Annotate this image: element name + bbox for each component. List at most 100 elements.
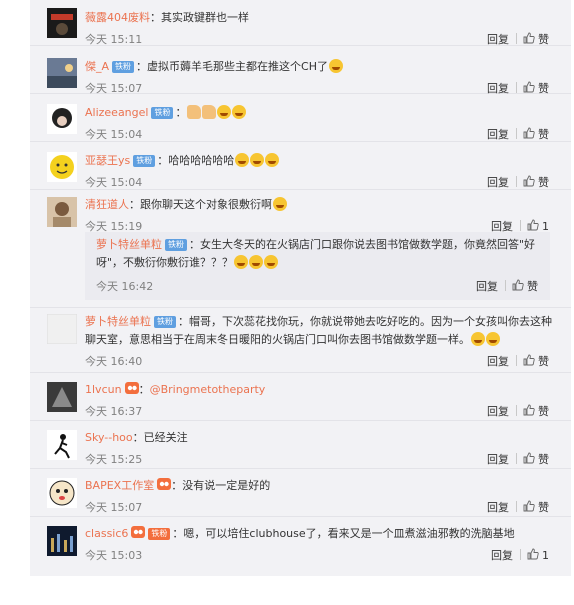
divider [520,549,521,560]
list-item: Alizeeangel 铁粉： 今天 15:04 回复 赞 [30,94,571,142]
avatar[interactable] [47,430,77,460]
thumbs-up-icon[interactable] [512,279,524,291]
thumbs-up-icon[interactable] [523,32,535,44]
fan-badge: 铁粉 [154,316,176,328]
divider [516,405,517,416]
username-link[interactable]: 萝卜特丝单粒 [85,315,151,328]
username-link[interactable]: Sky--hoo [85,431,133,444]
nested-reply: 萝卜特丝单粒 铁粉 ：女生大冬天的在火锅店门口跟你说去图书馆做数学题，你竟然回答"好… [85,232,550,300]
like-count[interactable]: 1 [542,549,549,562]
thumbs-up-icon[interactable] [523,127,535,139]
comment-text-line: 清狂道人：跟你聊天这个对象很敷衍啊 [85,196,547,214]
reply-button[interactable]: 回复 [491,549,513,562]
comment-text-line: 亚瑟王ys 铁粉 ：哈哈哈哈哈哈 [85,152,547,170]
comment-time: 今天 15:04 [85,176,143,189]
thumbs-up-icon[interactable] [523,404,535,416]
like-button[interactable]: 赞 [538,355,549,368]
avatar[interactable] [47,152,77,182]
comment-text-line: 聊天室，意思相当于在周末冬日暖阳的火锅店门口叫你去图书馆做数学题一样。 [85,331,547,349]
fan-badge: 铁粉 [112,61,135,73]
smile-emoji-icon [264,255,279,269]
laughing-emoji-icon [235,153,250,167]
divider [516,33,517,44]
avatar[interactable] [47,197,77,227]
fan-badge: 铁粉 [165,239,187,251]
username-link[interactable]: 清狂道人 [85,198,129,211]
divider [516,176,517,187]
avatar[interactable] [47,382,77,412]
comment-actions: 回复 赞 [487,31,549,47]
reply-button[interactable]: 回复 [487,355,509,368]
comment-actions: 回复 赞 [487,174,549,190]
smirk-emoji-icon [273,197,287,211]
username-link[interactable]: 亚瑟王ys [85,154,130,167]
fan-badge: 铁粉 [133,155,156,167]
nested-reply-text: 萝卜特丝单粒 铁粉 ：女生大冬天的在火锅店门口跟你说去图书馆做数学题，你竟然回答"好… [96,238,536,269]
comment-text: 哈哈哈哈哈哈 [168,154,235,167]
avatar[interactable] [47,526,77,556]
list-item: BAPEX工作室 ：没有说一定是好的 今天 15:07 回复 赞 [30,469,571,517]
comment-text-line: 1lvcun ：@Bringmetotheparty [85,382,266,396]
like-button[interactable]: 赞 [538,453,549,466]
comment-text: 已经关注 [143,431,188,444]
comment-time: 今天 15:11 [85,33,143,46]
divider [516,453,517,464]
list-item: 萝卜特丝单粒 铁粉 ：帽哥，下次蕊花找你玩，你就说带她去吃好吃的。因为一个女孩叫你去… [30,308,571,373]
like-button[interactable]: 赞 [538,33,549,46]
like-button[interactable]: 赞 [538,128,549,141]
like-button[interactable]: 赞 [538,501,549,514]
smile-emoji-icon [234,255,249,269]
comment-text: 其实政键群也一样 [161,11,249,24]
thumbs-up-icon[interactable] [527,219,539,231]
smile-emoji-icon [328,59,343,73]
thumbs-up-icon[interactable] [523,81,535,93]
comment-time: 今天 16:37 [85,405,143,418]
reply-button[interactable]: 回复 [487,33,509,46]
avatar[interactable] [47,478,77,508]
vip-badge-icon [131,526,146,538]
reply-button[interactable]: 回复 [487,405,509,418]
like-button[interactable]: 赞 [538,176,549,189]
thumbs-up-icon[interactable] [523,452,535,464]
thumbs-up-icon[interactable] [523,500,535,512]
vip-badge-icon [124,382,139,394]
username-link[interactable]: 傑_A [85,60,109,73]
avatar[interactable] [47,314,77,344]
username-link[interactable]: classic6 [85,527,128,540]
username-link[interactable]: BAPEX工作室 [85,479,154,492]
thumbs-up-icon[interactable] [523,354,535,366]
comment-text-line: Sky--hoo：已经关注 [85,431,188,444]
smile-emoji-icon [249,255,264,269]
comment-text: 聊天室，意思相当于在周末冬日暖阳的火锅店门口叫你去图书馆做数学题一样。 [85,333,470,346]
thumbs-up-emoji-icon [187,105,202,119]
avatar[interactable] [47,58,77,88]
comment-text-line: 傑_A 铁粉 ：虚拟币薅羊毛那些主都在推这个CH了 [85,58,547,76]
fan-badge: 铁粉 [151,107,174,119]
comment-list: 薇露404废料：其实政键群也一样 今天 15:11 回复赞 傑_A 铁粉 ：虚拟币薅… [30,0,571,564]
username-link[interactable]: 萝卜特丝单粒 [96,238,162,251]
reply-button[interactable]: 回复 [487,176,509,189]
vip-badge-icon [157,478,172,490]
like-button[interactable]: 赞 [527,280,538,293]
username-link[interactable]: 1lvcun [85,383,122,396]
like-button[interactable]: 赞 [538,405,549,418]
reply-button[interactable]: 回复 [476,280,498,293]
avatar[interactable] [47,8,77,38]
mention-link[interactable]: @Bringmetotheparty [150,383,266,396]
username-link[interactable]: Alizeeangel [85,106,148,119]
laughing-emoji-icon [217,105,232,119]
username-link[interactable]: 薇露404废料 [85,11,150,24]
comment-actions: 回复 赞 [487,499,549,515]
divider [516,82,517,93]
reply-button[interactable]: 回复 [487,453,509,466]
thumbs-up-icon[interactable] [527,548,539,560]
list-item: 1lvcun ：@Bringmetotheparty 今天 16:37 回复 赞 [30,373,571,421]
reply-button[interactable]: 回复 [487,128,509,141]
comment-text: 嗯，可以培住clubhouse了，看来又是一个皿煮滋油邪教的洗脑基地 [183,527,515,540]
avatar[interactable] [47,104,77,134]
divider [520,220,521,231]
comment-text-line: classic6 铁粉 ：嗯，可以培住clubhouse了，看来又是一个皿煮滋油邪教… [85,526,515,540]
divider [516,355,517,366]
thumbs-up-icon[interactable] [523,175,535,187]
reply-button[interactable]: 回复 [487,501,509,514]
